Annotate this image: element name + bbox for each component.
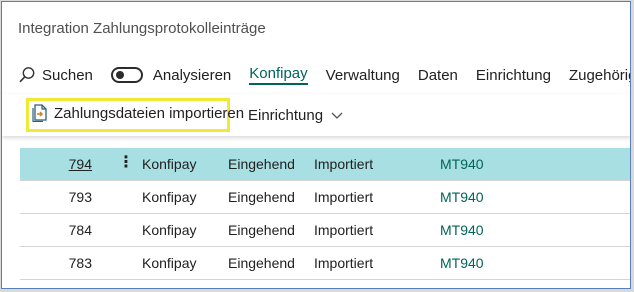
format-link[interactable]: MT940 xyxy=(440,255,484,271)
row-menu-icon[interactable]: ⋮ xyxy=(118,152,134,172)
tab-verwaltung[interactable]: Verwaltung xyxy=(326,67,400,84)
setup-label: Einrichtung xyxy=(248,107,324,124)
search-icon xyxy=(19,67,35,83)
direction-cell: Eingehend xyxy=(228,189,295,205)
tab-konfipay[interactable]: Konfipay xyxy=(249,65,308,85)
tab-einrichtung[interactable]: Einrichtung xyxy=(476,67,551,84)
entry-no-link[interactable]: 794 xyxy=(20,156,92,172)
table-row[interactable]: 794 ⋮ Konfipay Eingehend Importiert MT94… xyxy=(20,148,630,181)
action-bar: Suchen Analysieren Konfipay Verwaltung D… xyxy=(18,60,630,90)
entry-no-cell: 793 xyxy=(68,189,92,205)
direction-cell: Eingehend xyxy=(228,156,295,172)
search-label: Suchen xyxy=(42,66,93,84)
provider-cell: Konfipay xyxy=(142,156,197,172)
tab-daten[interactable]: Daten xyxy=(418,67,458,84)
status-cell: Importiert xyxy=(314,222,374,238)
tab-zugehoerig[interactable]: Zugehörig xyxy=(569,67,630,84)
chevron-down-icon xyxy=(331,112,343,119)
format-link[interactable]: MT940 xyxy=(440,189,484,205)
search-button[interactable]: Suchen xyxy=(18,66,93,84)
status-cell: Importiert xyxy=(314,156,374,172)
import-label: Zahlungsdateien importieren xyxy=(54,104,245,122)
konfipay-action-panel: Zahlungsdateien importieren Einrichtung xyxy=(2,94,630,136)
direction-cell: Eingehend xyxy=(228,222,295,238)
entry-no-cell: 783 xyxy=(68,255,92,271)
format-link[interactable]: MT940 xyxy=(440,222,484,238)
provider-cell: Konfipay xyxy=(142,189,197,205)
table-row[interactable]: 793 Konfipay Eingehend Importiert MT940 xyxy=(20,181,630,214)
table-row[interactable]: 784 Konfipay Eingehend Importiert MT940 xyxy=(20,214,630,247)
toggle-switch[interactable] xyxy=(110,67,143,83)
format-link[interactable]: MT940 xyxy=(440,156,484,172)
log-entries-table: 794 ⋮ Konfipay Eingehend Importiert MT94… xyxy=(20,148,630,280)
status-cell: Importiert xyxy=(314,255,374,271)
provider-cell: Konfipay xyxy=(142,222,197,238)
entry-no-cell: 784 xyxy=(68,222,92,238)
setup-dropdown-button[interactable]: Einrichtung xyxy=(248,107,343,124)
import-file-icon xyxy=(32,104,47,122)
direction-cell: Eingehend xyxy=(228,255,295,271)
page-title: Integration Zahlungsprotokolleinträge xyxy=(18,20,266,37)
table-row[interactable]: 783 Konfipay Eingehend Importiert MT940 xyxy=(20,247,630,280)
analyze-toggle[interactable]: Analysieren xyxy=(110,66,232,84)
import-payment-files-button[interactable]: Zahlungsdateien importieren xyxy=(32,104,244,122)
status-cell: Importiert xyxy=(314,189,374,205)
analyze-label: Analysieren xyxy=(152,66,232,84)
provider-cell: Konfipay xyxy=(142,255,197,271)
page-frame: Integration Zahlungsprotokolleinträge Su… xyxy=(1,1,631,289)
